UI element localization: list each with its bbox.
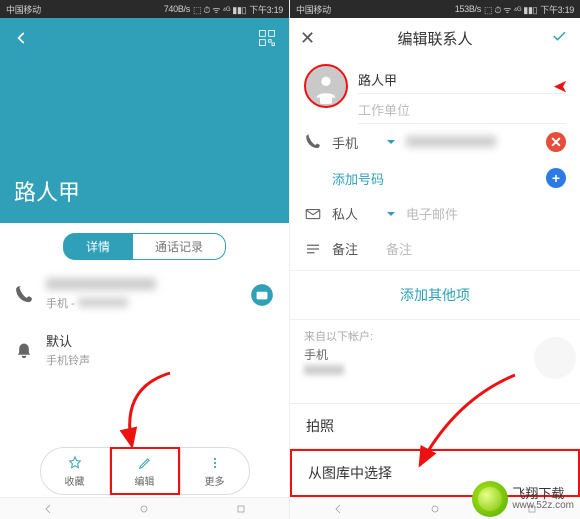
name-field[interactable]: 路人甲 (358, 64, 566, 94)
system-nav-bar (0, 497, 289, 519)
clock: 下午3:19 (540, 3, 574, 16)
more-icon (207, 455, 223, 471)
favorite-button[interactable]: 收藏 (40, 447, 110, 495)
nav-home-icon[interactable] (429, 503, 441, 515)
qr-icon[interactable] (257, 28, 277, 53)
edit-contact-screen: 中国移动 153B/s ⬚ ⏱ ᯤ ⁴ᴳ ▮▮▯ 下午3:19 ✕ 编辑联系人 … (290, 0, 580, 519)
contact-name: 路人甲 (14, 175, 80, 207)
account-value-redacted (304, 365, 344, 375)
phone-icon (304, 133, 322, 151)
ringtone-sub: 手机铃声 (46, 352, 275, 368)
carrier: 中国移动 (6, 3, 41, 16)
ringtone-title: 默认 (46, 331, 275, 350)
close-icon[interactable]: ✕ (300, 28, 315, 49)
bottom-action-bar: 收藏 编辑 更多 (0, 447, 289, 495)
account-type: 手机 (304, 346, 566, 363)
watermark-logo-icon (472, 481, 508, 517)
floating-action-button[interactable] (534, 337, 576, 379)
watermark-name: 飞翔下载 (512, 487, 574, 501)
phone-number-redacted (46, 278, 156, 290)
bell-icon (14, 340, 34, 360)
watermark: 飞翔下载 www.52z.com (472, 481, 574, 517)
nav-home-icon[interactable] (138, 503, 150, 515)
mail-icon (304, 205, 322, 223)
nav-back-icon[interactable] (42, 503, 54, 515)
phone-field-row[interactable]: 手机 ✕ (290, 124, 580, 160)
sheet-camera-option[interactable]: 拍照 (290, 404, 580, 449)
tab-detail[interactable]: 详情 (63, 233, 133, 260)
annotation-pointer: ➤ (553, 76, 568, 97)
add-phone-button[interactable]: + (546, 168, 566, 188)
message-icon[interactable] (249, 282, 275, 308)
star-icon (67, 455, 83, 471)
edit-header: ✕ 编辑联系人 (290, 18, 580, 58)
company-field[interactable]: 工作单位 ➤ (358, 94, 566, 124)
camera-badge-icon (320, 94, 332, 104)
add-number-row[interactable]: 添加号码 + (290, 160, 580, 196)
tabs: 详情 通话记录 (0, 223, 289, 268)
add-other-button[interactable]: 添加其他项 (290, 270, 580, 320)
phone-icon (14, 285, 34, 305)
chevron-down-icon (386, 209, 396, 219)
email-placeholder: 电子邮件 (406, 204, 566, 223)
nav-recent-icon[interactable] (235, 503, 247, 515)
nav-back-icon[interactable] (332, 503, 344, 515)
status-bar: 中国移动 153B/s ⬚ ⏱ ᯤ ⁴ᴳ ▮▮▯ 下午3:19 (290, 0, 580, 18)
contact-hero: 路人甲 (0, 18, 289, 223)
confirm-icon[interactable] (550, 27, 568, 49)
remark-field-row[interactable]: 备注 备注 (290, 231, 580, 266)
page-title: 编辑联系人 (397, 28, 472, 49)
avatar-button[interactable] (304, 64, 348, 108)
status-bar: 中国移动 740B/s ⬚ ⏱ ᯤ ⁴ᴳ ▮▮▯ 下午3:19 (0, 0, 289, 18)
status-icons: ⬚ ⏱ ᯤ ⁴ᴳ ▮▮▯ (484, 3, 537, 16)
status-icons: ⬚ ⏱ ᯤ ⁴ᴳ ▮▮▯ (193, 3, 246, 16)
phone-row[interactable]: 手机 - (0, 268, 289, 321)
account-from-label: 来自以下帐户: (304, 328, 566, 344)
tab-calllog[interactable]: 通话记录 (133, 233, 226, 260)
phone-value-redacted (406, 136, 496, 147)
remark-label: 备注 (332, 239, 376, 258)
email-field-row[interactable]: 私人 电子邮件 (290, 196, 580, 231)
watermark-url: www.52z.com (512, 501, 574, 512)
net-speed: 153B/s (455, 4, 481, 14)
phone-label: 手机 - (46, 298, 75, 310)
privacy-label: 私人 (332, 204, 376, 223)
remove-phone-button[interactable]: ✕ (546, 132, 566, 152)
more-button[interactable]: 更多 (180, 447, 250, 495)
phone-label: 手机 (332, 133, 376, 152)
notes-icon (304, 240, 322, 258)
pencil-icon (137, 455, 153, 471)
chevron-down-icon (386, 137, 396, 147)
back-icon[interactable] (12, 28, 32, 53)
contact-detail-screen: 中国移动 740B/s ⬚ ⏱ ᯤ ⁴ᴳ ▮▮▯ 下午3:19 路人甲 详情 通… (0, 0, 290, 519)
net-speed: 740B/s (164, 4, 190, 14)
clock: 下午3:19 (249, 3, 283, 16)
carrier: 中国移动 (296, 3, 331, 16)
ringtone-row[interactable]: 默认 手机铃声 (0, 321, 289, 378)
remark-placeholder: 备注 (386, 239, 566, 258)
edit-button[interactable]: 编辑 (110, 447, 180, 495)
